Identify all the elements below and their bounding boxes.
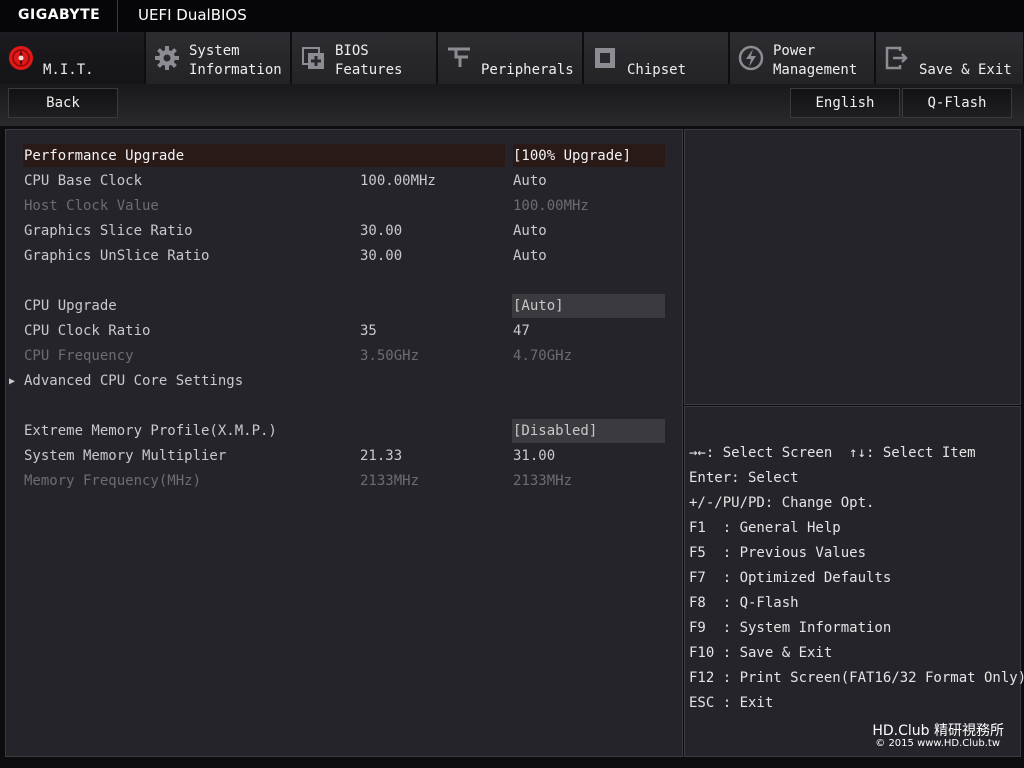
gear-icon	[155, 46, 179, 70]
watermark-copyright: © 2015 www.HD.Club.tw	[875, 738, 1000, 749]
key-help-esc: ESC : Exit	[689, 695, 774, 711]
setting-cpu-base-clock[interactable]: CPU Base Clock 100.00MHz Auto	[6, 169, 684, 194]
tab-chipset[interactable]: Chipset	[584, 32, 729, 84]
setting-label: Graphics UnSlice Ratio	[24, 248, 210, 264]
setting-host-clock-value: Host Clock Value 100.00MHz	[6, 194, 684, 219]
setting-option-value[interactable]: 31.00	[513, 444, 555, 469]
setting-label: Extreme Memory Profile(X.M.P.)	[24, 423, 277, 439]
setting-cpu-clock-ratio[interactable]: CPU Clock Ratio 35 47	[6, 319, 684, 344]
setting-option-value: 2133MHz	[513, 473, 573, 489]
setting-graphics-slice-ratio[interactable]: Graphics Slice Ratio 30.00 Auto	[6, 219, 684, 244]
tab-system-information[interactable]: System Information	[146, 32, 291, 84]
setting-option-value[interactable]: Auto	[513, 219, 547, 244]
setting-option-value[interactable]: [100% Upgrade]	[513, 144, 631, 169]
item-help-panel	[684, 129, 1021, 405]
exit-icon	[885, 46, 908, 70]
setting-option-value[interactable]: [Auto]	[513, 294, 564, 319]
key-help-f7: F7 : Optimized Defaults	[689, 570, 892, 586]
tab-label: Chipset	[627, 62, 687, 78]
tab-peripherals[interactable]: Peripherals	[438, 32, 583, 84]
setting-label: Memory Frequency(MHz)	[24, 473, 202, 489]
header-divider	[117, 0, 118, 32]
setting-label: Graphics Slice Ratio	[24, 223, 193, 239]
main-tab-bar: M.I.T. System Information BIOS Features	[0, 32, 1024, 84]
brand-logo: GIGABYTE	[18, 7, 101, 23]
tab-mit[interactable]: M.I.T.	[0, 32, 145, 84]
key-help-f1: F1 : General Help	[689, 520, 841, 536]
tab-power-management[interactable]: Power Management	[730, 32, 875, 84]
top-header: GIGABYTE UEFI DualBIOS	[0, 0, 1024, 32]
setting-label: Advanced CPU Core Settings	[24, 373, 244, 389]
tab-label: M.I.T.	[43, 62, 94, 78]
setting-option-value[interactable]: Auto	[513, 169, 547, 194]
power-icon	[738, 45, 764, 71]
tab-label: System Information	[189, 43, 282, 78]
key-help-f12: F12 : Print Screen(FAT16/32 Format Only)	[689, 670, 1024, 686]
setting-current-value: 30.00	[360, 248, 403, 264]
setting-option-value[interactable]: 47	[513, 319, 530, 344]
setting-current-value: 35	[360, 323, 377, 339]
tab-bios-features[interactable]: BIOS Features	[292, 32, 437, 84]
setting-label: Host Clock Value	[24, 198, 159, 214]
key-help-navigation: →←: Select Screen ↑↓: Select Item	[689, 445, 976, 461]
setting-label: CPU Upgrade	[24, 298, 117, 314]
settings-panel: Performance Upgrade [100% Upgrade] CPU B…	[5, 129, 683, 757]
key-help-f9: F9 : System Information	[689, 620, 892, 636]
qflash-button[interactable]: Q-Flash	[902, 88, 1012, 118]
setting-option-value[interactable]: Auto	[513, 244, 547, 269]
key-help-f5: F5 : Previous Values	[689, 545, 867, 561]
key-help-f8: F8 : Q-Flash	[689, 595, 799, 611]
setting-option-value: 100.00MHz	[513, 198, 589, 214]
setting-label: CPU Clock Ratio	[24, 323, 151, 339]
watermark-title: HD.Club 精研視務所	[872, 723, 1004, 739]
peripherals-icon	[448, 47, 470, 67]
setting-option-value: 4.70GHz	[513, 348, 573, 364]
setting-graphics-unslice-ratio[interactable]: Graphics UnSlice Ratio 30.00 Auto	[6, 244, 684, 269]
setting-current-value: 2133MHz	[360, 473, 420, 489]
bios-chip-icon	[302, 47, 324, 69]
setting-label: Performance Upgrade	[24, 148, 185, 164]
setting-option-value[interactable]: [Disabled]	[513, 419, 597, 444]
setting-current-value: 100.00MHz	[360, 173, 436, 189]
tab-label: BIOS Features	[335, 43, 403, 78]
setting-memory-frequency: Memory Frequency(MHz) 2133MHz 2133MHz	[6, 469, 684, 494]
setting-performance-upgrade[interactable]: Performance Upgrade [100% Upgrade]	[6, 144, 684, 169]
setting-system-memory-multiplier[interactable]: System Memory Multiplier 21.33 31.00	[6, 444, 684, 469]
setting-current-value: 21.33	[360, 448, 403, 464]
tab-label: Peripherals	[481, 62, 574, 78]
back-button[interactable]: Back	[8, 88, 118, 118]
setting-label: CPU Frequency	[24, 348, 134, 364]
key-help-f10: F10 : Save & Exit	[689, 645, 833, 661]
submenu-advanced-cpu-core-settings[interactable]: ▶ Advanced CPU Core Settings	[6, 369, 684, 394]
setting-current-value: 3.50GHz	[360, 348, 420, 364]
setting-label: CPU Base Clock	[24, 173, 143, 189]
product-title: UEFI DualBIOS	[138, 6, 247, 24]
language-button[interactable]: English	[790, 88, 900, 118]
mit-icon	[9, 46, 33, 70]
key-help-panel: →←: Select Screen ↑↓: Select Item Enter:…	[684, 406, 1024, 757]
key-help-enter: Enter: Select	[689, 470, 799, 486]
tab-label: Save & Exit	[919, 62, 1012, 78]
submenu-arrow-icon: ▶	[9, 376, 16, 387]
setting-current-value: 30.00	[360, 223, 403, 239]
setting-cpu-upgrade[interactable]: CPU Upgrade [Auto]	[6, 294, 684, 319]
setting-label: System Memory Multiplier	[24, 448, 227, 464]
setting-cpu-frequency: CPU Frequency 3.50GHz 4.70GHz	[6, 344, 684, 369]
chipset-icon	[595, 48, 615, 68]
tab-save-exit[interactable]: Save & Exit	[876, 32, 1024, 84]
key-help-change-option: +/-/PU/PD: Change Opt.	[689, 495, 875, 511]
setting-extreme-memory-profile[interactable]: Extreme Memory Profile(X.M.P.) [Disabled…	[6, 419, 684, 444]
tab-label: Power Management	[773, 43, 858, 78]
sub-toolbar: Back English Q-Flash	[0, 84, 1024, 126]
